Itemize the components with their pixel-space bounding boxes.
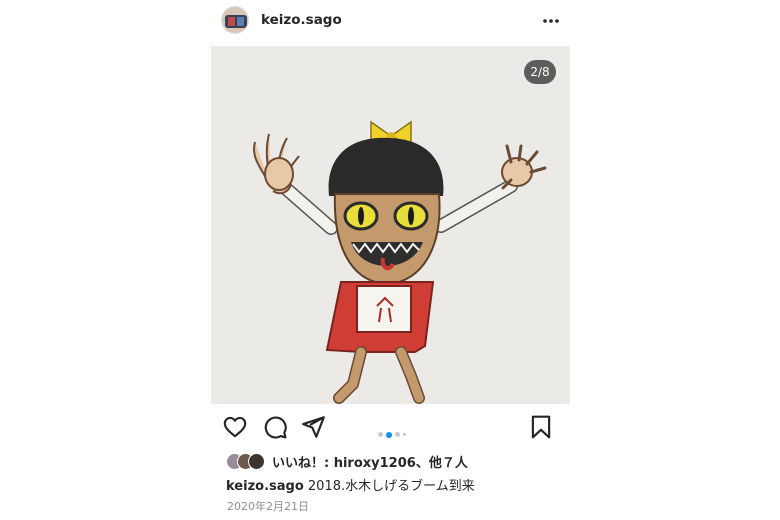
carousel-dot [378,432,383,437]
heart-icon [223,416,247,438]
post-date: 2020年2月21日 [227,500,309,513]
carousel-dot [395,432,400,437]
more-horizontal-icon [543,19,559,23]
save-button[interactable] [528,414,556,442]
likes-text[interactable]: いいね！: hiroxy1206、他７人 [272,452,468,471]
carousel-dot [403,433,406,436]
header-username[interactable]: keizo.sago [261,12,342,28]
caption: keizo.sago 2018.水木しげるブーム到来 [226,475,475,494]
action-bar [222,414,562,442]
liker-avatar[interactable] [248,453,265,470]
post-header: keizo.sago [221,6,561,36]
send-icon [302,416,325,438]
carousel-dot-active [386,431,392,438]
like-button[interactable] [222,414,250,442]
drawing-girl-monster-image [211,46,570,404]
share-button[interactable] [300,414,328,442]
bookmark-icon [531,415,551,439]
image-counter-badge: 2/8 [524,60,556,84]
avatar-image [222,7,248,33]
profile-avatar[interactable] [221,6,249,34]
more-options-button[interactable] [541,12,561,30]
post-image[interactable]: 2/8 [211,46,570,404]
comment-button[interactable] [262,414,290,442]
carousel-indicator [378,424,409,438]
caption-username[interactable]: keizo.sago [226,479,304,494]
comment-icon [264,416,287,439]
caption-text: 2018.水木しげるブーム到来 [303,479,475,494]
